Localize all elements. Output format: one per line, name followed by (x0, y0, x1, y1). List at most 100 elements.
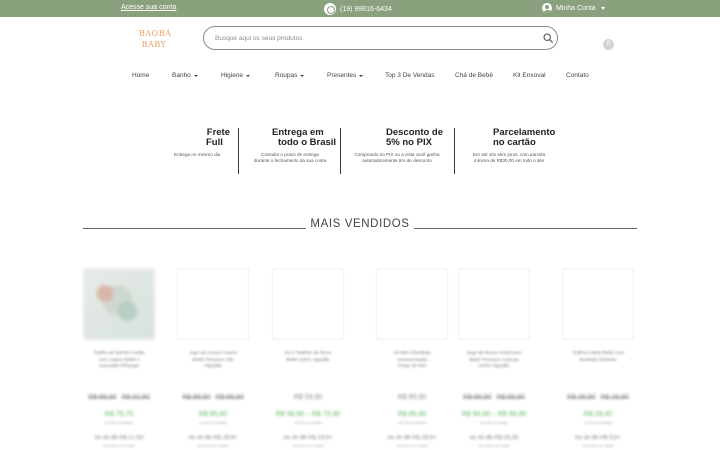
product-price: R$ 59,90 (293, 394, 323, 401)
logo[interactable]: BAOBÁ BABY (139, 28, 172, 50)
product-name[interactable]: Jogo de Lençol Cueiro Bebê Premium 180 Alg… (177, 351, 249, 371)
product-sale-price: R$ 85,40 (198, 411, 228, 418)
product-pix-note: no PIX ou boleto (479, 421, 509, 425)
product-card[interactable]: Jogo de Berço Americano Bebê Premium 4 pe… (458, 268, 530, 450)
product-pix-note: no PIX ou boleto (293, 421, 323, 425)
product-prices: R$ 99,90 R$ 89,90 (177, 394, 249, 401)
nav-item-home[interactable]: Home (132, 72, 149, 79)
top-bar: Acesse sua conta (19) 99816-6434 Minha C… (0, 0, 720, 17)
caret-down-icon (300, 74, 305, 77)
product-old-price: R$ 99,90 (182, 394, 211, 401)
nav-item-contato[interactable]: Contato (566, 72, 589, 79)
benefit-divider (454, 128, 455, 174)
product-image[interactable] (562, 268, 634, 340)
search-input[interactable] (215, 32, 525, 45)
nav-item-presentes[interactable]: Presentes (327, 72, 364, 79)
product-image[interactable] (177, 268, 249, 340)
product-image[interactable] (376, 268, 448, 340)
nav-item-label: Chá de Bebê (455, 72, 493, 79)
benefit-title: 5% no PIX (386, 137, 432, 148)
product-price: R$ 99,90 (496, 394, 525, 401)
product-name[interactable]: Toalha Fralda Bebê com Bordado Elefante (562, 351, 634, 364)
product-name[interactable]: Kit Mini Almofada Amamentação Pingo de Mel (376, 351, 448, 371)
nav-item-label: Home (132, 72, 150, 79)
nav-item-roupas[interactable]: Roupas (275, 72, 305, 79)
product-installment-note: sem juros no cartão (396, 444, 428, 448)
user-icon (542, 3, 552, 13)
product-sale-price: R$ 85,40 (397, 411, 427, 418)
product-name[interactable]: Jogo de Berço Americano Bebê Premium 4 pe… (458, 351, 530, 371)
product-name-line: Toalha Fralda Bebê com (572, 351, 624, 356)
product-installment-note: sem juros no cartão (103, 444, 135, 448)
cart-count-badge[interactable]: 0 (603, 39, 614, 50)
nav-item-label: Higiene (221, 72, 244, 79)
phone-number: (19) 99816-6434 (340, 5, 392, 13)
product-name-line: Algodão (204, 364, 222, 369)
benefit-description: Em até 10x sem juros, com parcela mínima… (464, 152, 554, 164)
product-card[interactable]: Jogo de Lençol Cueiro Bebê Premium 180 Alg… (177, 268, 249, 450)
benefit-description: Entrega no mesmo dia (174, 152, 221, 157)
product-image[interactable] (458, 268, 530, 340)
product-name-line: Camadas Pêssego (98, 364, 140, 369)
product-old-price: R$ 99,90 (463, 394, 492, 401)
benefit-frete-full: Frete Full Entrega no mesmo dia (174, 128, 230, 174)
product-pix-note: no PIX ou boleto (104, 421, 134, 425)
search-icon[interactable] (543, 33, 553, 43)
product-old-price: R$ 99,90 (88, 394, 117, 401)
product-card[interactable]: Toalha Fralda Bebê com Bordado Elefante R$… (562, 268, 634, 450)
product-sale-price: R$ 94,90 – R$ 99,90 (461, 411, 527, 418)
product-sale-price: R$ 28,40 (583, 411, 613, 418)
product-name-line: Jogo de Berço Americano (466, 351, 522, 356)
product-sale-price: R$ 78,75 (104, 411, 134, 418)
product-pix-note: no PIX ou boleto (397, 421, 427, 425)
section-divider-right (414, 228, 637, 229)
nav-item-label: Banho (172, 72, 191, 79)
benefit-divider (238, 128, 239, 174)
logo-line-1: BAOBÁ (139, 29, 172, 38)
product-name-line: Bebê 100% Algodão (286, 357, 330, 363)
product-name-line: Pingo de Mel (398, 364, 426, 369)
nav-item-kit-enxoval[interactable]: Kit Enxoval (513, 72, 546, 79)
product-price: R$ 29,90 (600, 394, 629, 401)
product-pix-note: no PIX ou boleto (198, 421, 228, 425)
caret-down-icon (359, 74, 364, 77)
product-installments: ou 3x de R$ 29,97 (188, 435, 238, 441)
product-prices: R$ 99,90 R$ 99,90 (458, 394, 530, 401)
main-nav: Home Banho Higiene Roupas Presentes Top … (0, 72, 720, 84)
benefit-description-line: durante o fechamento da sua conta (253, 158, 327, 163)
product-image[interactable] (83, 268, 155, 340)
product-installment-note: sem juros no cartão (478, 444, 510, 448)
logo-line-2: BABY (141, 40, 167, 49)
product-grid: Toalha de Banho Fralda com Capuz Bebê 2 Ca… (0, 268, 720, 450)
product-name[interactable]: Toalha de Banho Fralda com Capuz Bebê 2 Ca… (83, 351, 155, 371)
product-prices: R$ 39,90 R$ 29,90 (562, 394, 634, 401)
my-account-menu[interactable]: Minha Conta (542, 3, 605, 13)
nav-item-top-3-de-vendas[interactable]: Top 3 De Vendas (385, 72, 435, 79)
phone-contact[interactable]: (19) 99816-6434 (324, 3, 392, 15)
chevron-down-icon (600, 6, 605, 10)
benefit-description: Consulte o prazo de entrega durante o fe… (248, 152, 332, 164)
product-price: R$ 89,90 (215, 394, 244, 401)
product-name-line: Toalha de Banho Fralda (93, 351, 145, 356)
product-card[interactable]: Toalha de Banho Fralda com Capuz Bebê 2 Ca… (83, 268, 155, 450)
product-image[interactable] (272, 268, 344, 340)
product-card[interactable]: Kit 3 Toalhas de Boca Bebê 100% Algodão R$… (272, 268, 344, 450)
nav-item-label: Roupas (275, 72, 298, 79)
product-card[interactable]: Kit Mini Almofada Amamentação Pingo de Mel… (376, 268, 448, 450)
search-box (203, 26, 558, 50)
nav-item-banho[interactable]: Banho (172, 72, 198, 79)
nav-item-higiene[interactable]: Higiene (221, 72, 251, 79)
nav-item-label: Presentes (327, 72, 357, 79)
nav-item-cha-de-bebe[interactable]: Chá de Bebê (455, 72, 493, 79)
caret-down-icon (246, 74, 251, 77)
product-name[interactable]: Kit 3 Toalhas de Boca Bebê 100% Algodão (272, 351, 344, 364)
nav-item-label: Top 3 De Vendas (385, 72, 435, 79)
benefit-description: Comprando no PIX ou a vista você ganha a… (349, 152, 445, 164)
product-old-price: R$ 39,90 (567, 394, 596, 401)
product-prices: R$ 99,90 R$ 82,90 (83, 394, 155, 401)
product-installments: ou 3x de R$ 9,97 (575, 435, 621, 441)
product-pix-note: no PIX ou boleto (583, 421, 613, 425)
account-link[interactable]: Acesse sua conta (121, 4, 176, 11)
benefit-parcelamento: Parcelamento no cartão Em até 10x sem ju… (464, 128, 555, 174)
product-installments: ou 3x de R$ 29,97 (387, 435, 437, 441)
